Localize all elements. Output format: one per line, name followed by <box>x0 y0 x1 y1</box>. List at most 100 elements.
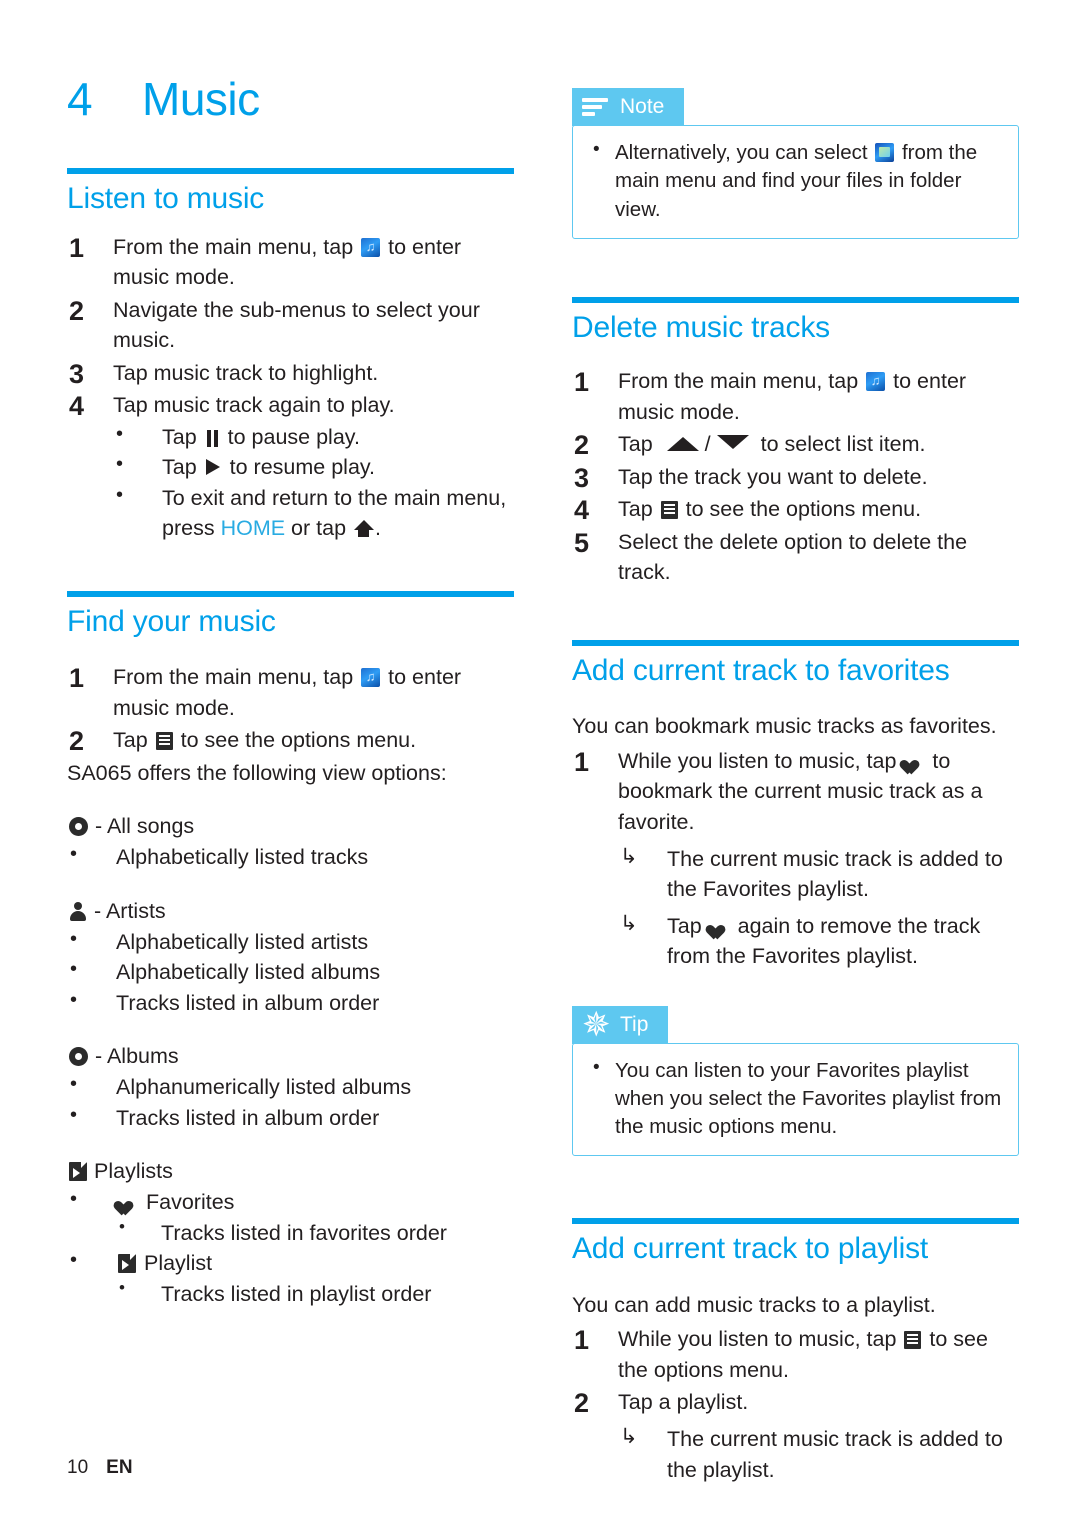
page-number: 10 <box>67 1457 89 1478</box>
bullet-text: Tap <box>162 455 197 480</box>
view-option-items: Alphanumerically listed albums Tracks li… <box>67 1070 514 1134</box>
step-text: Tap <box>618 497 653 522</box>
tip-body: You can listen to your Favorites playlis… <box>572 1042 1019 1157</box>
step: 3 Tap music track to highlight. <box>67 358 514 389</box>
step-text: While you listen to music, tap <box>618 1327 897 1352</box>
page-title: 4 Music <box>67 72 260 126</box>
section-heading-playlist: Add current track to playlist <box>572 1232 929 1266</box>
step: 1 From the main menu, tap to enter music… <box>67 232 514 293</box>
bullet-text-post: to pause play. <box>227 424 360 449</box>
playlist-intro: You can add music tracks to a playlist. <box>572 1292 936 1317</box>
options-menu-icon <box>904 1331 922 1350</box>
view-option-heading: Playlists <box>67 1157 514 1186</box>
arrow-down-icon <box>716 435 749 450</box>
list-item: Tracks listed in favorites order <box>116 1215 514 1249</box>
right-column: Note Alternatively, you can select from … <box>572 88 1019 1487</box>
section-rule <box>572 296 1019 303</box>
manual-page: 4 Music Listen to music 1 From the main m… <box>0 0 1080 1527</box>
step-number: 1 <box>574 746 590 777</box>
list-item: Alphabetically listed artists <box>67 925 514 958</box>
step-number: 2 <box>69 295 85 326</box>
list-item: Tap to pause play. <box>113 420 514 453</box>
step-text: Tap the track you want to delete. <box>618 464 928 489</box>
playlist-children: Favorites Tracks listed in favorites ord… <box>67 1185 514 1310</box>
section-find-your-music: Find your music 1 From the main menu, ta… <box>67 590 514 1310</box>
note-tab-label: Note <box>620 95 665 118</box>
step-text: Navigate the sub-menus to select your mu… <box>113 297 480 353</box>
step-text: Tap music track again to play. <box>113 393 395 418</box>
step-text: From the main menu, tap <box>113 234 354 259</box>
step-number: 5 <box>574 527 590 558</box>
section-rule <box>67 590 514 597</box>
step: 2 Navigate the sub-menus to select your … <box>67 295 514 356</box>
playlist-sub-items: Tracks listed in playlist order <box>116 1276 514 1310</box>
step-text-post: to select list item. <box>760 432 926 457</box>
list-item: Alphabetically listed tracks <box>67 840 514 873</box>
view-option-label: - Artists <box>94 898 166 923</box>
section-rule <box>67 168 514 174</box>
disc-icon <box>69 817 88 837</box>
view-option-heading: - All songs <box>67 812 514 841</box>
step: 4 Tap music track again to play. Tap to … <box>67 390 514 544</box>
step-text: Tap <box>618 432 653 457</box>
tip-tab-label: Tip <box>620 1012 649 1036</box>
list-item: Playlist Tracks listed in playlist order <box>67 1246 514 1310</box>
step-number: 4 <box>69 391 85 422</box>
music-icon <box>361 236 381 257</box>
heart-icon <box>711 919 729 936</box>
note-tab: Note <box>572 88 685 126</box>
note-icon <box>572 88 618 126</box>
view-option-heading: - Artists <box>67 897 514 926</box>
step: 1 From the main menu, tap to enter music… <box>67 662 514 723</box>
section-delete-music-tracks: Delete music tracks 1 From the main menu… <box>572 296 1019 588</box>
list-item: Alphabetically listed albums <box>67 955 514 988</box>
section-heading-delete: Delete music tracks <box>572 310 830 344</box>
home-key-label: HOME <box>220 516 286 541</box>
list-item: Tracks listed in album order <box>67 1101 514 1134</box>
note-callout: Note Alternatively, you can select from … <box>572 88 1019 239</box>
list-item: Tracks listed in album order <box>67 986 514 1019</box>
view-option-items: Alphabetically listed tracks <box>67 840 514 873</box>
step-text: Tap a playlist. <box>618 1390 749 1415</box>
step: 4 Tap to see the options menu. <box>572 494 1019 525</box>
list-item: Alternatively, you can select from the m… <box>587 137 1004 224</box>
step-text: Tap <box>113 728 148 753</box>
options-menu-icon <box>155 732 173 751</box>
step-text-post: to see the options menu. <box>685 497 922 522</box>
favorites-steps: 1 While you listen to music, tap to book… <box>572 746 1019 972</box>
bullet-text-post: to resume play. <box>229 455 376 480</box>
bullet-text: Tap <box>162 424 197 449</box>
step-number: 1 <box>574 1325 590 1356</box>
playlist-steps: 1 While you listen to music, tap to see … <box>572 1324 1019 1485</box>
step-text: From the main menu, tap <box>618 369 859 394</box>
view-option-heading: - Albums <box>67 1042 514 1071</box>
section-heading-listen: Listen to music <box>67 182 265 215</box>
delete-steps: 1 From the main menu, tap to enter music… <box>572 366 1019 588</box>
step-text: Tap music track to highlight. <box>113 360 379 385</box>
section-heading-find: Find your music <box>67 604 276 638</box>
view-option-label: - Albums <box>95 1044 179 1069</box>
list-item: To exit and return to the main menu, pre… <box>113 481 514 544</box>
chapter-number: 4 <box>67 73 93 125</box>
step-number: 2 <box>69 726 85 757</box>
view-option-group-albums: - Albums Alphanumerically listed albums … <box>67 1042 514 1133</box>
page-footer: 10 EN <box>67 1457 133 1479</box>
step-text-post: to see the options menu. <box>180 728 417 753</box>
view-option-label: Playlists <box>94 1159 173 1184</box>
section-add-track-to-favorites: Add current track to favorites You can b… <box>572 639 1019 972</box>
view-options-intro: SA065 offers the following view options: <box>67 760 447 785</box>
step: 5 Select the delete option to delete the… <box>572 527 1019 588</box>
bullet-text-mid: or tap <box>291 516 347 541</box>
list-item: Favorites Tracks listed in favorites ord… <box>67 1185 514 1249</box>
list-item-label: Playlist <box>143 1251 213 1276</box>
folder-icon <box>875 143 895 162</box>
person-icon <box>69 901 87 921</box>
music-icon <box>866 370 886 392</box>
list-item: The current music track is added to the … <box>618 1422 1019 1485</box>
note-body: Alternatively, you can select from the m… <box>572 125 1019 239</box>
list-item: Alphanumerically listed albums <box>67 1070 514 1103</box>
tip-tab: ✵ Tip <box>572 1005 669 1044</box>
page-language: EN <box>106 1457 133 1478</box>
view-option-label: - All songs <box>95 814 195 839</box>
view-option-group-playlists: Playlists Favorites Tracks listed in fav… <box>67 1157 514 1309</box>
